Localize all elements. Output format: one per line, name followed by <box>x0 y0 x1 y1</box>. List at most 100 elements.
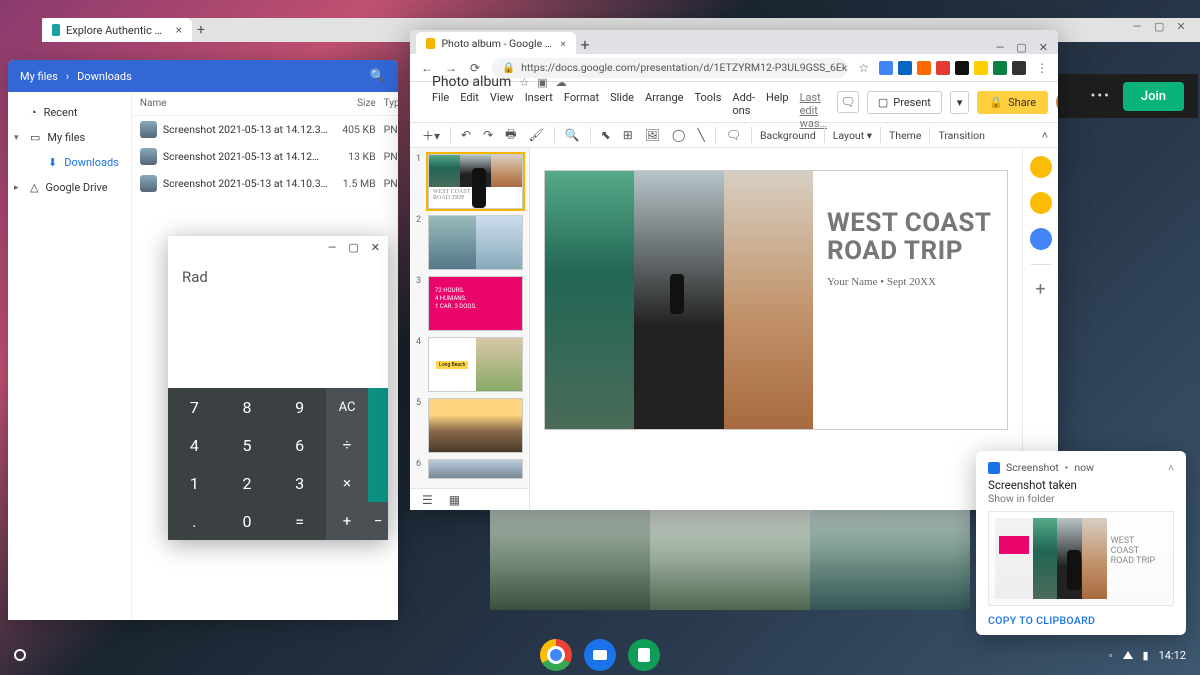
cloud-icon[interactable]: ☁ <box>556 76 567 89</box>
col-size[interactable]: Size <box>328 98 376 109</box>
minimize-icon[interactable]: — <box>996 41 1005 54</box>
ext-icon[interactable] <box>879 61 893 75</box>
slide-canvas[interactable]: WEST COASTROAD TRIP Your Name • Sept 20X… <box>530 148 1022 510</box>
account-avatar[interactable] <box>1056 89 1058 115</box>
key-6[interactable]: 6 <box>273 426 326 464</box>
join-button[interactable]: Join <box>1123 82 1184 111</box>
ext-icon[interactable] <box>955 61 969 75</box>
back-icon[interactable]: ← <box>420 61 434 75</box>
ext-icon[interactable] <box>974 61 988 75</box>
maximize-icon[interactable]: ▢ <box>1154 20 1164 33</box>
share-button[interactable]: 🔒 Share <box>977 91 1048 114</box>
star-icon[interactable]: ☆ <box>858 61 869 75</box>
more-icon[interactable]: ••• <box>1091 88 1111 104</box>
menu-arrange[interactable]: Arrange <box>645 91 683 130</box>
new-tab-button[interactable]: + <box>192 22 210 38</box>
maximize-icon[interactable]: ▢ <box>1016 41 1026 54</box>
select-icon[interactable]: ⬉ <box>599 128 613 142</box>
table-row[interactable]: Screenshot 2021-05-13 at 14.10.3… 1.5 MB… <box>132 170 398 197</box>
key-8[interactable]: 8 <box>221 388 274 426</box>
undo-icon[interactable]: ↶ <box>459 128 473 142</box>
add-addon-icon[interactable]: + <box>1035 279 1045 300</box>
present-dropdown[interactable]: ▾ <box>950 91 970 114</box>
maximize-icon[interactable]: ▢ <box>348 241 358 254</box>
comments-icon[interactable]: 🗨 <box>837 91 859 113</box>
menu-addons[interactable]: Add-ons <box>732 91 755 130</box>
present-button[interactable]: ▢ Present <box>867 91 942 114</box>
background-tab[interactable]: Explore Authentic Nature Phot… × <box>42 18 192 42</box>
tasks-icon[interactable] <box>1030 228 1052 250</box>
files-icon[interactable] <box>584 639 616 671</box>
ext-icon[interactable] <box>993 61 1007 75</box>
chrome-icon[interactable] <box>540 639 572 671</box>
key-minus[interactable]: − <box>368 502 388 540</box>
close-tab-icon[interactable]: × <box>176 23 182 37</box>
close-icon[interactable]: ✕ <box>1176 20 1186 33</box>
search-icon[interactable]: 🔍 <box>370 69 386 84</box>
menu-tools[interactable]: Tools <box>694 91 721 130</box>
key-divide[interactable]: ÷ <box>326 426 368 464</box>
chrome-menu-icon[interactable]: ⋮ <box>1036 61 1048 75</box>
reload-icon[interactable]: ⟳ <box>468 61 482 75</box>
close-icon[interactable]: ✕ <box>371 241 380 254</box>
key-0[interactable]: 0 <box>221 502 274 540</box>
keep-icon[interactable] <box>1030 192 1052 214</box>
tb-layout[interactable]: Layout ▾ <box>833 129 872 142</box>
notif-preview[interactable]: WEST COASTROAD TRIP <box>988 511 1174 606</box>
col-types[interactable]: Types <box>376 98 398 109</box>
crumb-root[interactable]: My files <box>20 70 58 83</box>
shape-icon[interactable]: ◯ <box>670 128 687 142</box>
print-icon[interactable]: 🖶 <box>503 125 518 146</box>
new-tab-button[interactable]: + <box>576 35 594 54</box>
key-plus[interactable]: + <box>326 502 368 540</box>
sidebar-item-downloads[interactable]: ⬇ Downloads <box>8 150 131 175</box>
slide-thumb-6[interactable]: 6 <box>416 459 523 479</box>
key-1[interactable]: 1 <box>168 464 221 502</box>
close-icon[interactable]: ✕ <box>1039 41 1048 54</box>
key-equals[interactable]: = <box>273 502 326 540</box>
zoom-icon[interactable]: 🔍 <box>563 128 582 142</box>
notif-subtitle[interactable]: Show in folder <box>988 492 1174 505</box>
key-multiply[interactable]: × <box>326 464 368 502</box>
ext-icon[interactable] <box>1012 61 1026 75</box>
ext-icon[interactable] <box>898 61 912 75</box>
key-advanced[interactable] <box>368 388 388 502</box>
key-4[interactable]: 4 <box>168 426 221 464</box>
slide-thumb-4[interactable]: 4 Long Beach <box>416 337 523 392</box>
list-view-icon[interactable]: ☰ <box>422 493 433 507</box>
comment-icon[interactable]: 🗨 <box>724 128 743 142</box>
forward-icon[interactable]: → <box>444 61 458 75</box>
doc-title[interactable]: Photo album <box>432 74 511 90</box>
sidebar-item-myfiles[interactable]: ▾ ▭ My files <box>8 125 131 150</box>
clock[interactable]: 14:12 <box>1159 649 1186 662</box>
calc-mode[interactable]: Rad <box>182 268 208 286</box>
copy-to-clipboard-button[interactable]: COPY TO CLIPBOARD <box>988 614 1174 627</box>
launcher-button[interactable] <box>14 649 26 661</box>
new-slide-button[interactable]: ＋▾ <box>420 127 442 144</box>
menu-format[interactable]: Format <box>564 91 599 130</box>
table-row[interactable]: Screenshot 2021-05-13 at 14.12… 13 KB PN… <box>132 143 398 170</box>
key-dot[interactable]: . <box>168 502 221 540</box>
close-tab-icon[interactable]: × <box>560 37 566 50</box>
star-icon[interactable]: ☆ <box>519 76 529 89</box>
menu-edit[interactable]: Edit <box>460 91 479 130</box>
key-9[interactable]: 9 <box>273 388 326 426</box>
sheets-icon[interactable] <box>628 639 660 671</box>
battery-icon[interactable]: ▮ <box>1143 649 1149 662</box>
slide-thumb-2[interactable]: 2 <box>416 215 523 270</box>
slides-tab[interactable]: Photo album - Google Slides × <box>416 32 576 54</box>
tb-transition[interactable]: Transition <box>938 129 985 142</box>
sidebar-item-recent[interactable]: ◔ Recent <box>8 100 131 125</box>
menu-help[interactable]: Help <box>766 91 789 130</box>
hero-subtitle[interactable]: Your Name • Sept 20XX <box>827 276 993 288</box>
collapse-toolbar-icon[interactable]: ˄ <box>1042 129 1048 142</box>
paint-icon[interactable]: 🖌 <box>526 128 545 142</box>
col-name[interactable]: Name <box>140 98 328 109</box>
move-icon[interactable]: ▣ <box>537 76 547 89</box>
slide-thumb-1[interactable]: 1 WEST COASTROAD TRIP <box>416 154 523 209</box>
minimize-icon[interactable]: — <box>328 241 337 254</box>
status-tray[interactable]: ◦ ▮ 14:12 <box>1109 649 1186 662</box>
key-2[interactable]: 2 <box>221 464 274 502</box>
redo-icon[interactable]: ↷ <box>481 128 495 142</box>
slide-content[interactable]: WEST COASTROAD TRIP Your Name • Sept 20X… <box>544 170 1008 430</box>
